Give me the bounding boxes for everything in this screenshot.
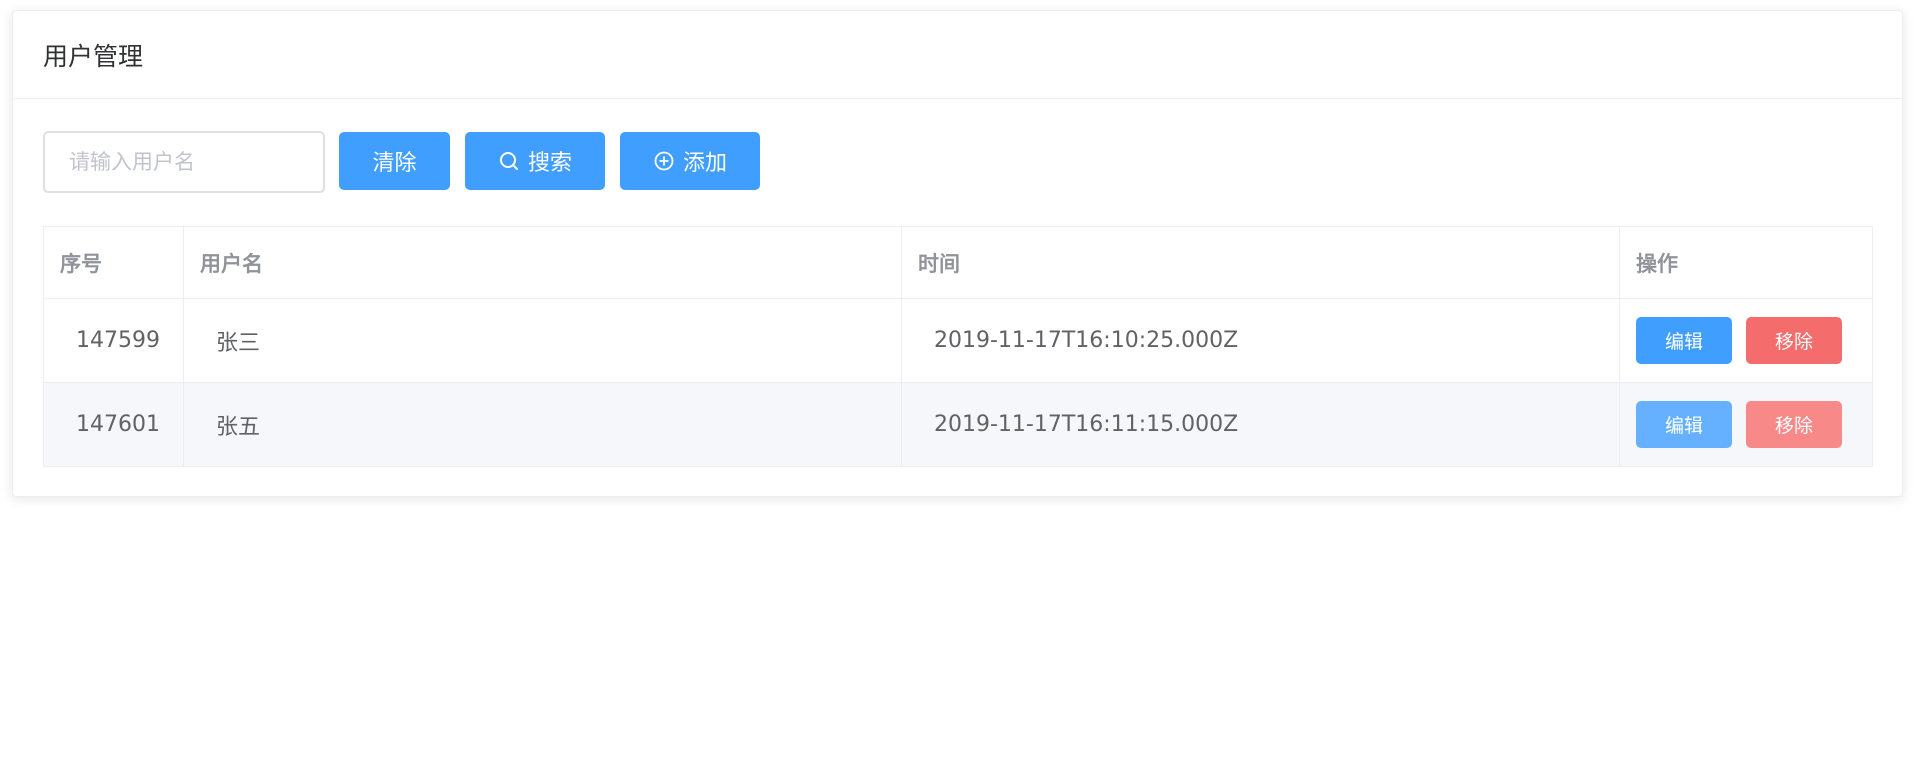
edit-button[interactable]: 编辑 bbox=[1636, 317, 1732, 364]
cell-actions: 编辑 移除 bbox=[1619, 382, 1873, 467]
cell-time: 2019-11-17T16:11:15.000Z bbox=[901, 382, 1620, 467]
column-header-username[interactable]: 用户名 bbox=[183, 226, 902, 299]
user-management-card: 用户管理 清除 搜索 添加 bbox=[12, 10, 1903, 497]
column-header-id[interactable]: 序号 bbox=[43, 226, 184, 299]
users-table: 序号 用户名 时间 操作 147599 张三 2019-11-17T16:10:… bbox=[43, 226, 1873, 467]
remove-button[interactable]: 移除 bbox=[1746, 317, 1842, 364]
table-row: 147599 张三 2019-11-17T16:10:25.000Z 编辑 移除 bbox=[43, 298, 1873, 383]
clear-button-label: 清除 bbox=[372, 151, 417, 176]
cell-actions: 编辑 移除 bbox=[1619, 298, 1873, 383]
plus-circle-icon bbox=[653, 150, 675, 172]
add-button-label: 添加 bbox=[682, 151, 727, 176]
table-row: 147601 张五 2019-11-17T16:11:15.000Z 编辑 移除 bbox=[43, 382, 1873, 467]
cell-username: 张五 bbox=[183, 382, 902, 467]
search-button-label: 搜索 bbox=[527, 151, 572, 176]
search-icon bbox=[498, 150, 520, 172]
clear-button[interactable]: 清除 bbox=[339, 132, 450, 190]
search-button[interactable]: 搜索 bbox=[465, 132, 605, 190]
cell-username: 张三 bbox=[183, 298, 902, 383]
username-search-input[interactable] bbox=[43, 131, 325, 193]
table-header-row: 序号 用户名 时间 操作 bbox=[43, 226, 1873, 299]
add-button[interactable]: 添加 bbox=[620, 132, 760, 190]
column-header-time[interactable]: 时间 bbox=[901, 226, 1620, 299]
cell-id: 147599 bbox=[43, 298, 184, 383]
edit-button[interactable]: 编辑 bbox=[1636, 401, 1732, 448]
cell-time: 2019-11-17T16:10:25.000Z bbox=[901, 298, 1620, 383]
cell-id: 147601 bbox=[43, 382, 184, 467]
card-header: 用户管理 bbox=[13, 11, 1902, 99]
remove-button[interactable]: 移除 bbox=[1746, 401, 1842, 448]
page-title: 用户管理 bbox=[43, 41, 144, 71]
column-header-actions: 操作 bbox=[1619, 226, 1873, 299]
